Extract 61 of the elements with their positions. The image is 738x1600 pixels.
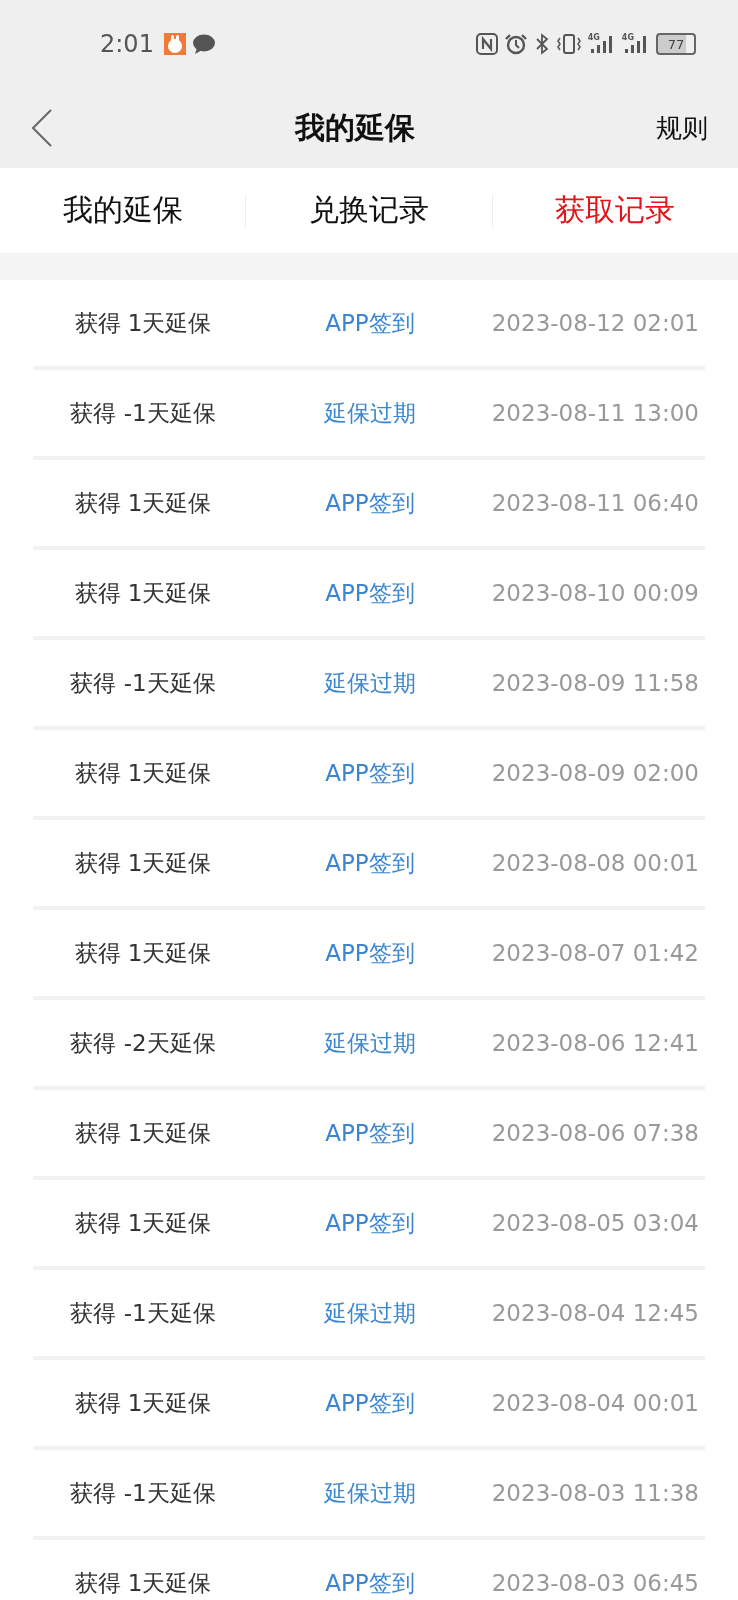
app-notification-icon <box>163 33 186 55</box>
record-time: 2023-08-09 11:58 <box>490 670 700 696</box>
record-amount: 获得 -1天延保 <box>69 1478 217 1508</box>
network-type-label: 4G <box>587 33 600 42</box>
record-source: APP签到 <box>324 758 416 788</box>
record-amount: 获得 -2天延保 <box>69 1028 217 1058</box>
record-amount: 获得 -1天延保 <box>69 398 217 428</box>
record-amount: 获得 1天延保 <box>73 758 213 788</box>
network-type-label: 4G <box>621 33 634 42</box>
record-time: 2023-08-04 00:01 <box>490 1390 700 1416</box>
nfc-icon <box>475 33 498 55</box>
record-time: 2023-08-10 00:09 <box>490 580 700 606</box>
record-source: 延保过期 <box>323 1478 417 1508</box>
record-amount: 获得 1天延保 <box>73 1118 213 1148</box>
rules-link[interactable]: 规则 <box>656 110 708 146</box>
alarm-icon <box>503 33 528 55</box>
record-time: 2023-08-06 07:38 <box>490 1120 700 1146</box>
record-time: 2023-08-07 01:42 <box>490 940 700 966</box>
record-time: 2023-08-05 03:04 <box>490 1210 700 1236</box>
status-time: 2:01 <box>100 30 154 58</box>
record-source: APP签到 <box>324 848 416 878</box>
record-amount: 获得 -1天延保 <box>69 1298 217 1328</box>
battery-icon: 77 <box>656 33 696 55</box>
record-source: APP签到 <box>324 1208 416 1238</box>
record-time: 2023-08-11 06:40 <box>490 490 700 516</box>
record-time: 2023-08-11 13:00 <box>490 400 700 426</box>
record-amount: 获得 1天延保 <box>73 1568 213 1598</box>
bluetooth-icon <box>533 33 550 55</box>
record-source: 延保过期 <box>323 398 417 428</box>
record-amount: 获得 1天延保 <box>73 938 213 968</box>
record-source: APP签到 <box>324 308 416 338</box>
record-time: 2023-08-09 02:00 <box>490 760 700 786</box>
record-source: APP签到 <box>324 1388 416 1418</box>
chat-bubble-icon <box>191 33 216 55</box>
tab[interactable]: 我的延保 <box>62 190 183 231</box>
record-time: 2023-08-04 12:45 <box>490 1300 700 1326</box>
record-source: APP签到 <box>324 1568 416 1598</box>
record-amount: 获得 1天延保 <box>73 578 213 608</box>
record-source: 延保过期 <box>323 1028 417 1058</box>
tab[interactable]: 获取记录 <box>555 190 676 231</box>
record-source: APP签到 <box>324 488 416 518</box>
record-time: 2023-08-03 11:38 <box>490 1480 700 1506</box>
record-time: 2023-08-08 00:01 <box>490 850 700 876</box>
record-source: APP签到 <box>324 578 416 608</box>
record-amount: 获得 1天延保 <box>73 848 213 878</box>
tab[interactable]: 兑换记录 <box>309 190 429 231</box>
page-title: 我的延保 <box>295 108 415 147</box>
record-amount: 获得 -1天延保 <box>69 668 217 698</box>
record-amount: 获得 1天延保 <box>73 1388 213 1418</box>
record-amount: 获得 1天延保 <box>73 1208 213 1238</box>
record-source: APP签到 <box>324 938 416 968</box>
back-icon[interactable] <box>30 108 54 148</box>
record-source: 延保过期 <box>323 1298 417 1328</box>
record-time: 2023-08-12 02:01 <box>490 310 700 336</box>
vibrate-icon <box>555 33 582 55</box>
record-amount: 获得 1天延保 <box>73 488 213 518</box>
record-source: APP签到 <box>324 1118 416 1148</box>
record-source: 延保过期 <box>323 668 417 698</box>
record-amount: 获得 1天延保 <box>73 308 213 338</box>
record-time: 2023-08-03 06:45 <box>490 1570 700 1596</box>
record-time: 2023-08-06 12:41 <box>490 1030 700 1056</box>
